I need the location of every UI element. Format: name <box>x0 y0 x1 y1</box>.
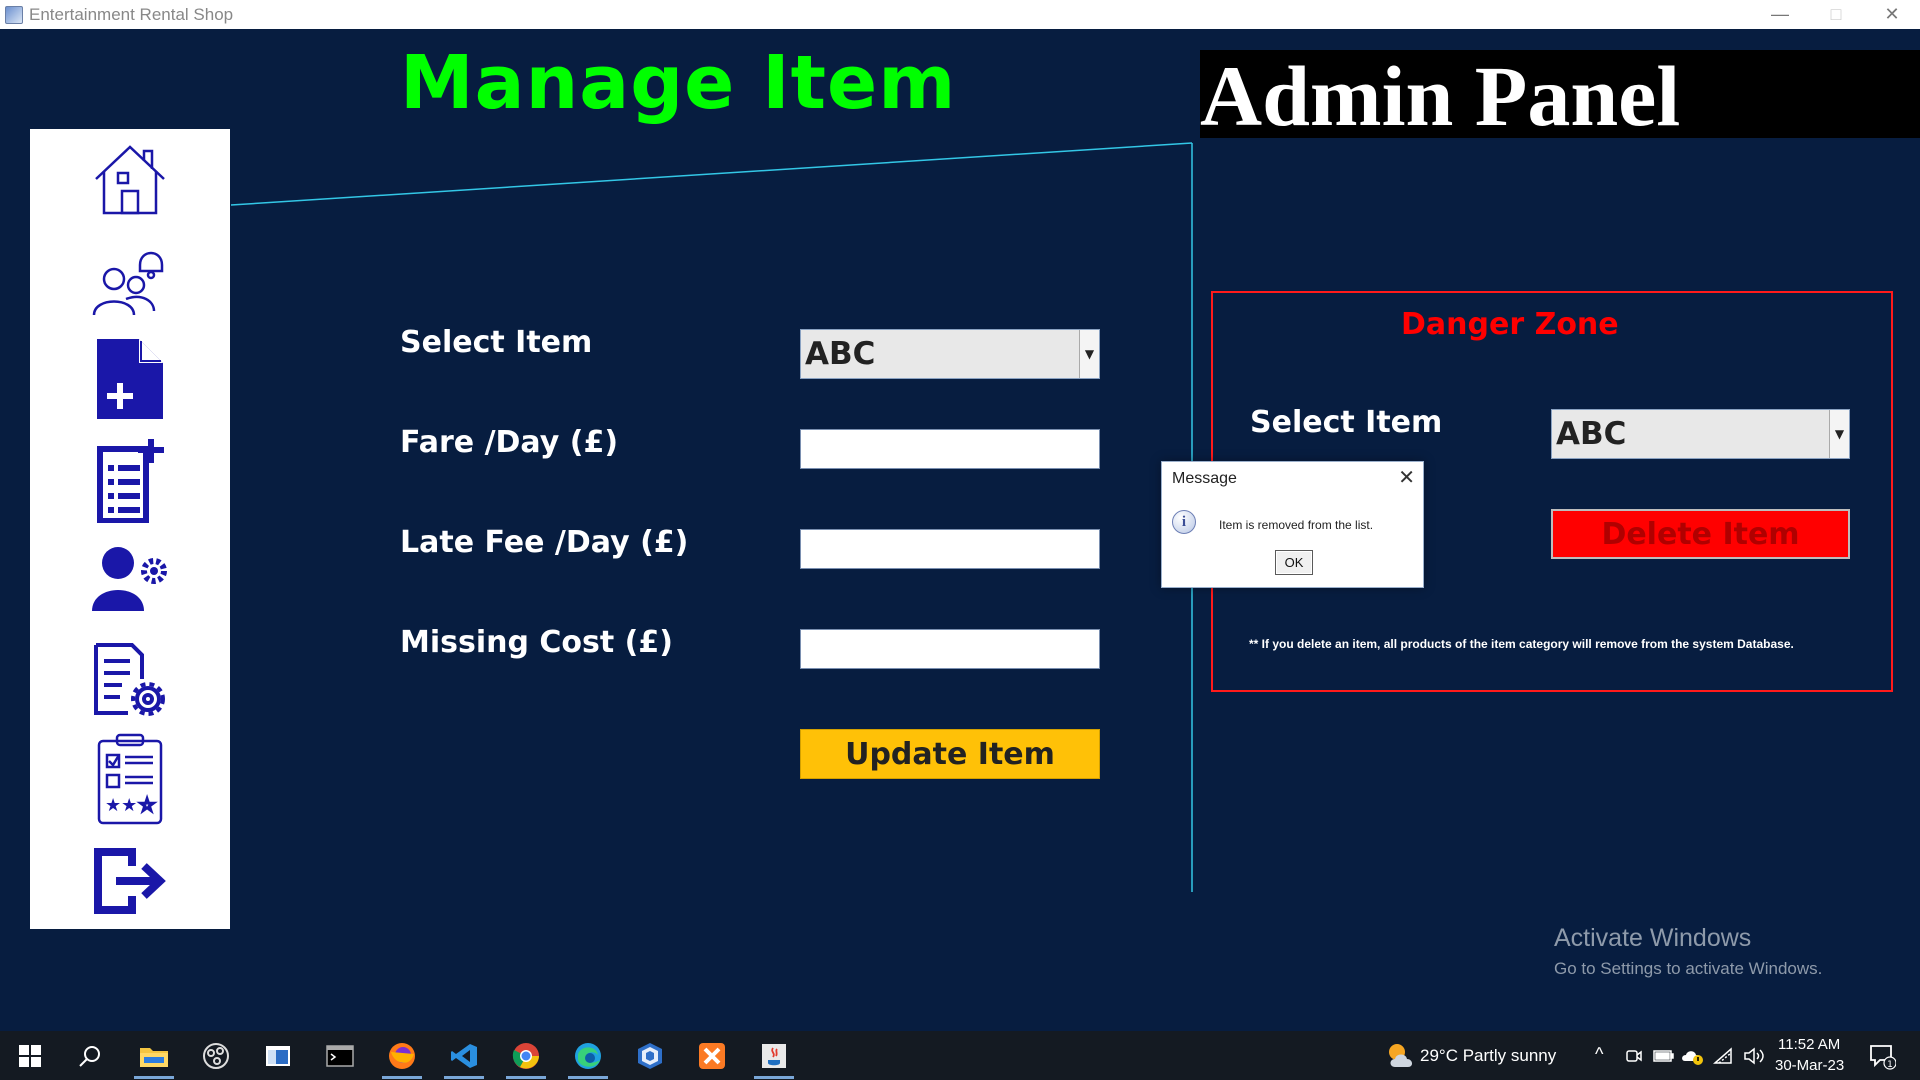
add-file-icon[interactable] <box>90 339 170 419</box>
start-icon[interactable] <box>0 1031 60 1080</box>
missing-cost-input[interactable] <box>800 629 1100 669</box>
dialog-close-button[interactable]: ✕ <box>1398 465 1415 489</box>
add-list-icon[interactable] <box>90 439 170 523</box>
danger-select-item-value: ABC <box>1556 416 1627 452</box>
dialog-message: Item is removed from the list. <box>1219 518 1374 532</box>
users-notification-icon[interactable] <box>90 239 170 319</box>
xampp-icon[interactable] <box>682 1031 742 1080</box>
chevron-down-icon[interactable]: ▼ <box>1829 410 1849 458</box>
show-hidden-icons-icon[interactable]: ^ <box>1595 1044 1603 1065</box>
clock-time[interactable]: 11:52 AM <box>1778 1036 1840 1053</box>
dialog-title: Message <box>1172 470 1237 487</box>
chevron-down-icon[interactable]: ▼ <box>1079 330 1099 378</box>
logout-icon[interactable] <box>90 841 170 921</box>
select-item-label: Select Item <box>400 325 593 360</box>
activate-windows-title: Activate Windows <box>1554 924 1752 952</box>
danger-zone-title: Danger Zone <box>1401 307 1619 342</box>
activate-windows-subtitle: Go to Settings to activate Windows. <box>1554 959 1823 978</box>
admin-panel-title: Admin Panel <box>1200 48 1681 144</box>
select-item-dropdown[interactable]: ABC ▼ <box>800 329 1100 379</box>
weather-text[interactable]: 29°C Partly sunny <box>1420 1046 1556 1066</box>
danger-select-item-label: Select Item <box>1250 405 1443 440</box>
message-dialog: Message ✕ i Item is removed from the lis… <box>1161 461 1424 588</box>
document-settings-icon[interactable] <box>90 639 170 719</box>
fare-label: Fare /Day (£) <box>400 425 619 460</box>
svg-text:☆: ☆ <box>139 795 155 816</box>
missing-cost-label: Missing Cost (£) <box>400 625 673 660</box>
svg-text:★★: ★★ <box>105 795 137 816</box>
window-app-icon[interactable] <box>248 1031 308 1080</box>
terminal-icon[interactable] <box>310 1031 370 1080</box>
delete-item-button[interactable]: Delete Item <box>1551 509 1850 559</box>
notification-icon[interactable]: 1 <box>1852 1031 1912 1080</box>
vscode-icon[interactable] <box>434 1031 494 1080</box>
virtualbox-icon[interactable] <box>620 1031 680 1080</box>
home-icon[interactable] <box>90 139 170 219</box>
chrome-icon[interactable] <box>496 1031 556 1080</box>
diagonal-divider <box>230 142 1193 206</box>
taskbar: 29°C Partly sunny ^ 11:52 AM 30-Mar-23 1 <box>0 1031 1920 1080</box>
ok-button[interactable]: OK <box>1275 550 1313 575</box>
page-title: Manage Item <box>400 40 957 126</box>
update-item-button[interactable]: Update Item <box>800 729 1100 779</box>
firefox-icon[interactable] <box>372 1031 432 1080</box>
java-icon[interactable] <box>744 1031 804 1080</box>
danger-zone-note: ** If you delete an item, all products o… <box>1249 637 1794 651</box>
activate-windows-watermark: Activate Windows Go to Settings to activ… <box>1554 924 1822 979</box>
edge-icon[interactable] <box>558 1031 618 1080</box>
obs-icon[interactable] <box>186 1031 246 1080</box>
sidebar: ★★ ☆ <box>30 129 230 929</box>
select-item-value: ABC <box>805 336 876 372</box>
clock-date[interactable]: 30-Mar-23 <box>1775 1057 1844 1074</box>
checklist-rating-icon[interactable]: ★★ ☆ <box>90 733 170 825</box>
late-fee-label: Late Fee /Day (£) <box>400 525 689 560</box>
info-icon: i <box>1172 510 1196 534</box>
notification-count: 1 <box>1887 1060 1893 1070</box>
search-icon[interactable] <box>60 1031 120 1080</box>
file-explorer-icon[interactable] <box>124 1031 184 1080</box>
user-settings-icon[interactable] <box>90 539 170 619</box>
late-fee-input[interactable] <box>800 529 1100 569</box>
danger-select-item-dropdown[interactable]: ABC ▼ <box>1551 409 1850 459</box>
fare-input[interactable] <box>800 429 1100 469</box>
